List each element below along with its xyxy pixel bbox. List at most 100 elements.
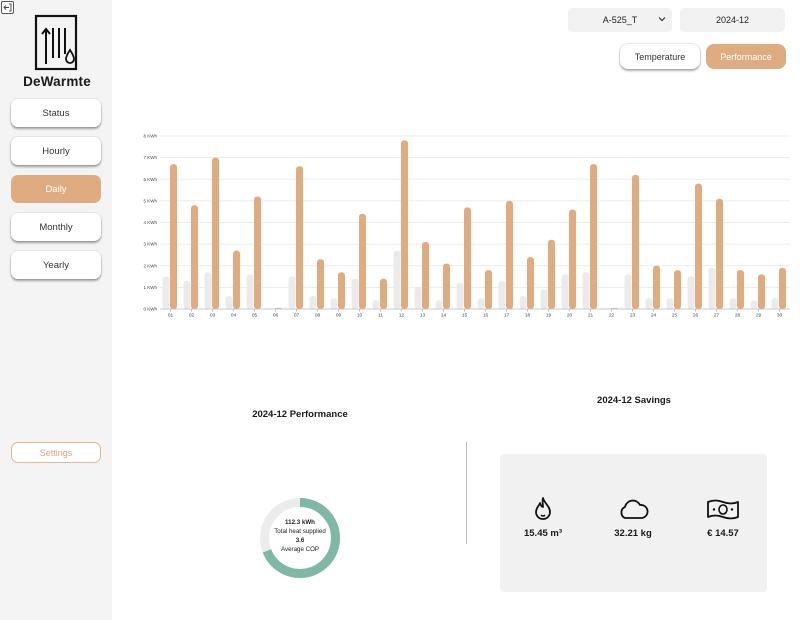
app-name: DeWarmte: [23, 74, 91, 89]
sidebar-item-monthly[interactable]: Monthly: [11, 213, 101, 241]
y-tick-label: 8 KWh: [143, 134, 157, 139]
bar-secondary: [540, 289, 548, 309]
bar-primary: [674, 270, 681, 309]
x-tick-label: 24: [651, 313, 657, 319]
cop-value: 3.6: [295, 537, 305, 544]
back-button[interactable]: [1, 1, 14, 14]
donut-center-text: 112.3 kWh Total heat supplied 3.6 Averag…: [258, 518, 342, 554]
x-tick-label: 22: [609, 313, 615, 319]
bar-primary: [716, 198, 723, 309]
bar-secondary: [204, 272, 212, 309]
x-tick-label: 13: [420, 313, 426, 319]
bar-secondary: [372, 300, 380, 309]
bar-primary: [548, 239, 555, 309]
x-tick-label: 08: [315, 313, 321, 319]
bar-primary: [569, 209, 576, 309]
x-tick-label: 03: [210, 313, 216, 319]
tab-temperature[interactable]: Temperature: [620, 44, 700, 69]
x-tick-label: 07: [294, 313, 300, 319]
x-tick-label: 09: [336, 313, 342, 319]
savings-gas-value: 15.45 m³: [523, 528, 563, 539]
performance-title: 2024-12 Performance: [252, 409, 348, 420]
month-picker[interactable]: 2024-12: [680, 8, 785, 32]
x-tick-label: 12: [399, 313, 405, 319]
savings-money-value: € 14.57: [707, 528, 739, 539]
x-tick-label: 02: [189, 313, 195, 319]
bar-primary: [296, 166, 303, 309]
bar-primary: [317, 259, 324, 309]
sidebar-item-hourly[interactable]: Hourly: [11, 137, 101, 165]
bar-primary: [422, 241, 429, 309]
y-tick-label: 1 KWh: [143, 285, 157, 290]
bar-primary: [695, 183, 702, 309]
sidebar: DeWarmte Status Hourly Daily Monthly Yea…: [0, 0, 112, 620]
logo-mark-icon: [34, 14, 78, 71]
tab-performance[interactable]: Performance: [706, 44, 786, 69]
total-heat-label: Total heat supplied: [274, 528, 326, 535]
bar-primary: [527, 257, 534, 309]
bar-secondary: [498, 280, 506, 309]
bar-secondary: [750, 300, 758, 309]
savings-title: 2024-12 Savings: [597, 395, 671, 406]
bar-primary: [338, 272, 345, 309]
bar-primary: [254, 196, 261, 309]
daily-energy-chart: 0 KWh 1 KWh 2 KWh 3 KWh 4 KWh 5 KWh 6 KWh 7 KWh…: [143, 134, 790, 319]
bar-secondary: [519, 296, 527, 309]
bar-secondary: [582, 272, 590, 309]
bar-primary: [506, 200, 513, 309]
x-tick-label: 20: [567, 313, 573, 319]
bar-secondary: [771, 298, 779, 309]
bar-primary: [191, 205, 198, 309]
bar-primary: [464, 207, 471, 309]
y-tick-label: 0 KWh: [143, 307, 157, 312]
x-tick-label: 10: [357, 313, 363, 319]
bar-secondary: [729, 298, 737, 309]
x-tick-label: 11: [378, 313, 383, 319]
sidebar-item-status[interactable]: Status: [11, 99, 101, 127]
bar-primary: [779, 267, 786, 309]
flame-icon: [535, 497, 551, 520]
x-tick-label: 04: [231, 313, 237, 319]
cop-label: Average COP: [280, 546, 320, 553]
bar-primary: [233, 250, 240, 309]
x-tick-label: 19: [546, 313, 552, 319]
y-tick-label: 7 KWh: [143, 155, 157, 160]
banknote-icon: [707, 499, 739, 520]
savings-co2: 32.21 kg: [593, 496, 673, 539]
bar-secondary: [666, 298, 674, 309]
bar-secondary: [393, 250, 401, 309]
cloud-icon: [620, 499, 649, 519]
x-tick-label: 17: [504, 313, 510, 319]
savings-card: 15.45 m³ 32.21 kg € 14.57: [500, 454, 767, 592]
total-heat-value: 112.3 kWh: [285, 519, 315, 526]
y-tick-label: 3 KWh: [143, 242, 157, 247]
bar-primary: [380, 278, 387, 309]
x-tick-label: 27: [714, 313, 720, 319]
x-tick-label: 25: [672, 313, 678, 319]
settings-button[interactable]: Settings: [11, 442, 101, 463]
x-tick-label: 30: [777, 313, 783, 319]
sidebar-item-daily[interactable]: Daily: [11, 175, 101, 203]
sidebar-item-yearly[interactable]: Yearly: [11, 251, 101, 279]
y-tick-label: 2 KWh: [143, 263, 157, 268]
logo: DeWarmte: [22, 14, 92, 90]
chevron-down-icon: [658, 17, 666, 22]
bar-secondary: [708, 267, 716, 309]
device-select-value: A-525_T: [602, 15, 638, 25]
bar-secondary: [183, 280, 191, 309]
y-tick-label: 4 KWh: [143, 220, 157, 225]
bar-secondary: [309, 296, 317, 309]
bar-primary: [443, 263, 450, 309]
x-tick-label: 18: [525, 313, 531, 319]
bar-secondary: [687, 276, 695, 309]
bar-primary: [632, 174, 639, 309]
x-tick-label: 15: [462, 313, 468, 319]
bar-primary: [758, 274, 765, 309]
bar-secondary: [288, 276, 296, 309]
bar-primary: [212, 157, 219, 309]
bar-primary: [359, 213, 366, 309]
x-tick-label: 01: [168, 313, 174, 319]
x-tick-label: 05: [252, 313, 258, 319]
device-select[interactable]: A-525_T: [568, 8, 672, 32]
bar-secondary: [330, 298, 338, 309]
